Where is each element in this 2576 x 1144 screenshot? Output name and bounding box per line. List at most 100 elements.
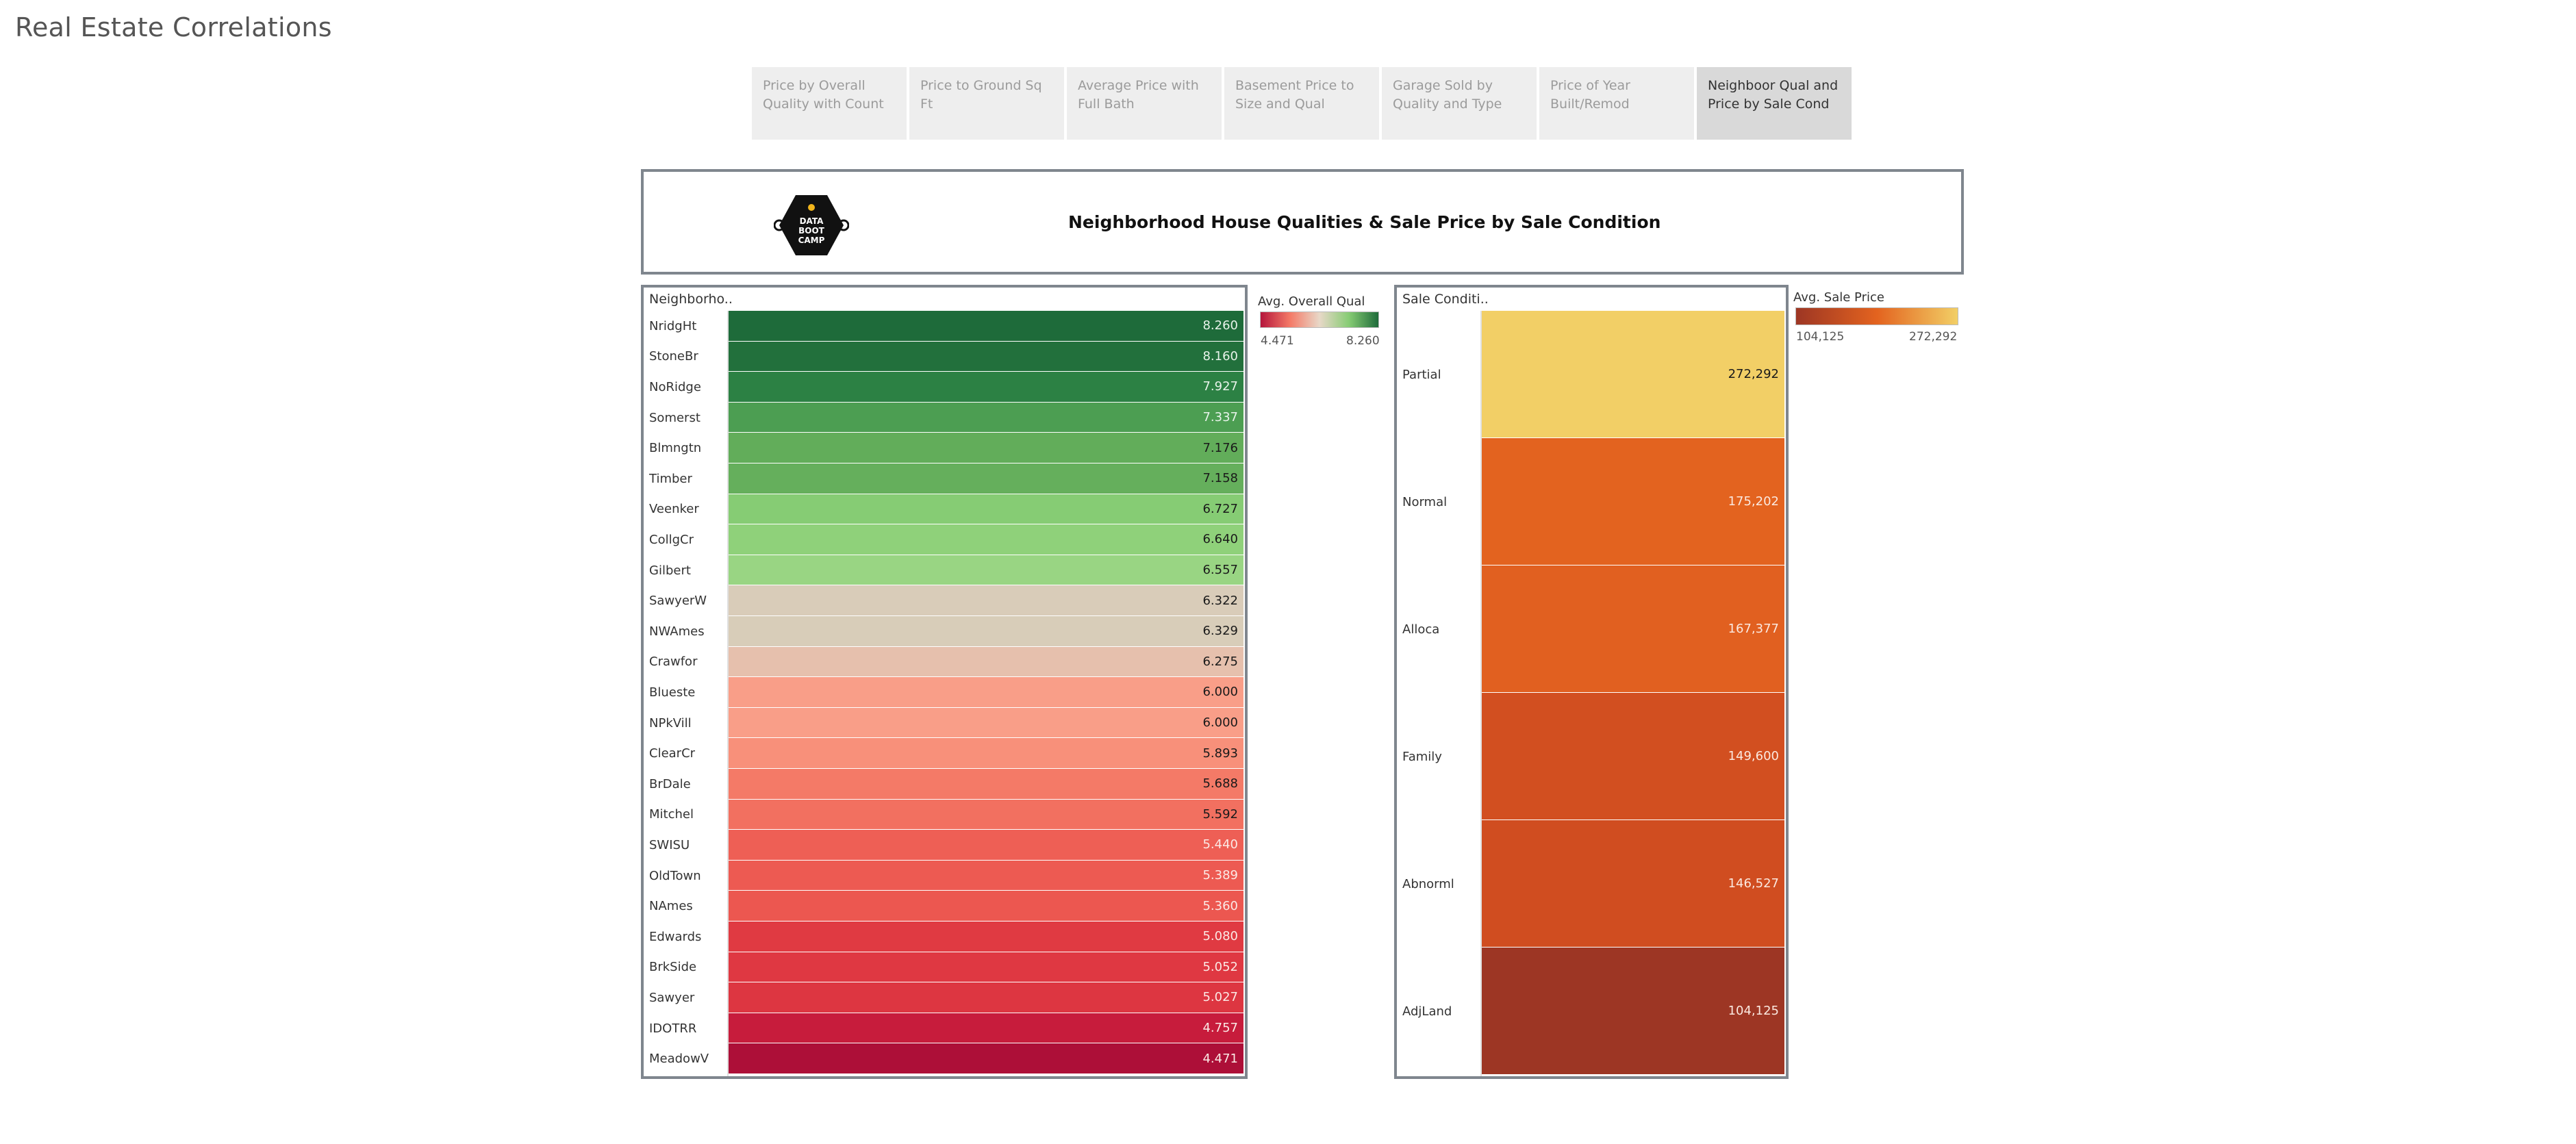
neighborhood-cell[interactable]: 5.688 [729,769,1243,799]
neighborhood-row[interactable]: SawyerW 6.322 [644,585,1243,616]
neighborhood-label: NAmes [649,899,693,914]
neighborhood-cell[interactable]: 6.000 [729,707,1243,738]
sale-condition-row[interactable]: Alloca 167,377 [1397,565,1784,693]
neighborhood-row[interactable]: ClearCr 5.893 [644,738,1243,769]
neighborhood-cell[interactable]: 6.640 [729,524,1243,555]
neighborhood-cell[interactable]: 6.329 [729,616,1243,646]
sale-condition-row[interactable]: Family 149,600 [1397,693,1784,820]
neighborhood-cell[interactable]: 6.000 [729,677,1243,707]
tab-price-to-ground-sqft[interactable]: Price to Ground Sq Ft [909,67,1064,140]
sale-condition-rows: Partial 272,292 Normal 175,202 Alloca 167,377… [1397,311,1784,1075]
neighborhood-label: SWISU [649,837,690,852]
neighborhood-row[interactable]: Sawyer 5.027 [644,982,1243,1013]
neighborhood-cell[interactable]: 6.557 [729,555,1243,585]
logo-text-data: DATA [800,216,824,226]
sale-condition-label: Family [1402,749,1442,764]
neighborhood-row[interactable]: MeadowV 4.471 [644,1043,1243,1074]
sale-condition-row[interactable]: Abnorml 146,527 [1397,820,1784,948]
neighborhood-row[interactable]: StoneBr 8.160 [644,341,1243,372]
sale-condition-column-header[interactable]: Sale Conditi.. [1402,292,1489,307]
neighborhood-row[interactable]: CollgCr 6.640 [644,524,1243,555]
price-legend-max: 272,292 [1909,330,1958,344]
neighborhood-cell[interactable]: 5.080 [729,921,1243,952]
neighborhood-row[interactable]: BrDale 5.688 [644,769,1243,800]
neighborhood-label: ClearCr [649,746,696,761]
qual-legend-gradient [1260,312,1379,328]
neighborhood-cell[interactable]: 8.160 [729,341,1243,372]
neighborhood-cell[interactable]: 6.322 [729,585,1243,615]
logo-text-boot: BOOT [798,226,825,236]
neighborhood-column-header[interactable]: Neighborho.. [649,292,733,307]
neighborhood-row[interactable]: SWISU 5.440 [644,830,1243,861]
neighborhood-row[interactable]: NAmes 5.360 [644,891,1243,921]
neighborhood-label: Gilbert [649,563,691,578]
dashboard-header: DATA BOOT CAMP Neighborhood House Qualit… [641,169,1964,275]
sale-condition-row[interactable]: AdjLand 104,125 [1397,948,1784,1075]
qual-legend-max: 8.260 [1346,334,1380,348]
neighborhood-label: BrDale [649,776,691,791]
dashboard-title: Neighborhood House Qualities & Sale Pric… [1068,212,1661,232]
price-legend-gradient [1795,307,1958,325]
sale-condition-row[interactable]: Partial 272,292 [1397,311,1784,438]
sale-condition-cell[interactable]: 146,527 [1482,820,1784,947]
neighborhood-row[interactable]: IDOTRR 4.757 [644,1013,1243,1044]
neighborhood-row[interactable]: Blmngtn 7.176 [644,433,1243,463]
neighborhood-row[interactable]: NPkVill 6.000 [644,707,1243,739]
neighborhood-cell[interactable]: 6.727 [729,494,1243,524]
neighborhood-cell[interactable]: 5.027 [729,982,1243,1013]
neighborhood-row[interactable]: Timber 7.158 [644,463,1243,494]
qual-legend-min: 4.471 [1261,334,1294,348]
sale-condition-cell[interactable]: 175,202 [1482,438,1784,565]
sale-condition-cell[interactable]: 104,125 [1482,948,1784,1074]
sale-condition-cell[interactable]: 149,600 [1482,693,1784,819]
neighborhood-cell[interactable]: 5.440 [729,830,1243,860]
neighborhood-cell[interactable]: 5.592 [729,799,1243,830]
page-title: Real Estate Correlations [15,12,332,42]
neighborhood-row[interactable]: BrkSide 5.052 [644,952,1243,983]
tab-price-by-overall-quality[interactable]: Price by Overall Quality with Count [752,67,907,140]
neighborhood-cell[interactable]: 5.360 [729,891,1243,921]
neighborhood-row[interactable]: Blueste 6.000 [644,677,1243,708]
dashboard-tabs: Price by Overall Quality with Count Pric… [752,67,1854,140]
neighborhood-cell[interactable]: 4.757 [729,1013,1243,1043]
neighborhood-row[interactable]: Veenker 6.727 [644,494,1243,525]
sale-condition-label: Alloca [1402,622,1440,637]
tab-price-of-year-built[interactable]: Price of Year Built/Remod [1539,67,1694,140]
neighborhood-cell[interactable]: 7.927 [729,372,1243,402]
neighborhood-row[interactable]: NWAmes 6.329 [644,616,1243,647]
neighborhood-label: NridgHt [649,318,697,333]
sale-condition-row[interactable]: Normal 175,202 [1397,438,1784,565]
neighborhood-row[interactable]: Mitchel 5.592 [644,799,1243,830]
neighborhood-row[interactable]: Crawfor 6.275 [644,646,1243,678]
neighborhood-row[interactable]: Somerst 7.337 [644,402,1243,433]
neighborhood-label: Blmngtn [649,441,702,456]
neighborhood-label: IDOTRR [649,1021,697,1036]
neighborhood-cell[interactable]: 5.893 [729,738,1243,768]
tab-neighborhood-qual-sale-cond[interactable]: Neighboor Qual and Price by Sale Cond [1697,67,1852,140]
neighborhood-cell[interactable]: 4.471 [729,1043,1243,1073]
tab-average-price-full-bath[interactable]: Average Price with Full Bath [1067,67,1222,140]
neighborhood-cell[interactable]: 8.260 [729,311,1243,341]
sale-condition-cell[interactable]: 272,292 [1482,311,1784,437]
sale-condition-label: Abnorml [1402,876,1454,891]
neighborhood-label: CollgCr [649,532,694,547]
neighborhood-row[interactable]: NoRidge 7.927 [644,372,1243,403]
neighborhood-label: Crawfor [649,654,698,670]
neighborhood-label: NPkVill [649,715,692,730]
sale-condition-table: Sale Conditi.. Partial 272,292 Normal 175,2… [1394,285,1789,1079]
neighborhood-cell[interactable]: 7.158 [729,463,1243,494]
neighborhood-quality-table: Neighborho.. NridgHt 8.260 StoneBr 8.160 NoR… [641,285,1248,1079]
neighborhood-cell[interactable]: 5.052 [729,952,1243,982]
tab-basement-price[interactable]: Basement Price to Size and Qual [1224,67,1379,140]
neighborhood-cell[interactable]: 5.389 [729,860,1243,891]
sale-condition-cell[interactable]: 167,377 [1482,565,1784,692]
neighborhood-cell[interactable]: 6.275 [729,646,1243,677]
neighborhood-cell[interactable]: 7.337 [729,402,1243,433]
sale-condition-label: AdjLand [1402,1004,1452,1019]
neighborhood-row[interactable]: NridgHt 8.260 [644,311,1243,342]
neighborhood-row[interactable]: Edwards 5.080 [644,921,1243,952]
tab-garage-sold[interactable]: Garage Sold by Quality and Type [1382,67,1537,140]
neighborhood-cell[interactable]: 7.176 [729,433,1243,463]
neighborhood-row[interactable]: Gilbert 6.557 [644,555,1243,586]
neighborhood-row[interactable]: OldTown 5.389 [644,860,1243,891]
